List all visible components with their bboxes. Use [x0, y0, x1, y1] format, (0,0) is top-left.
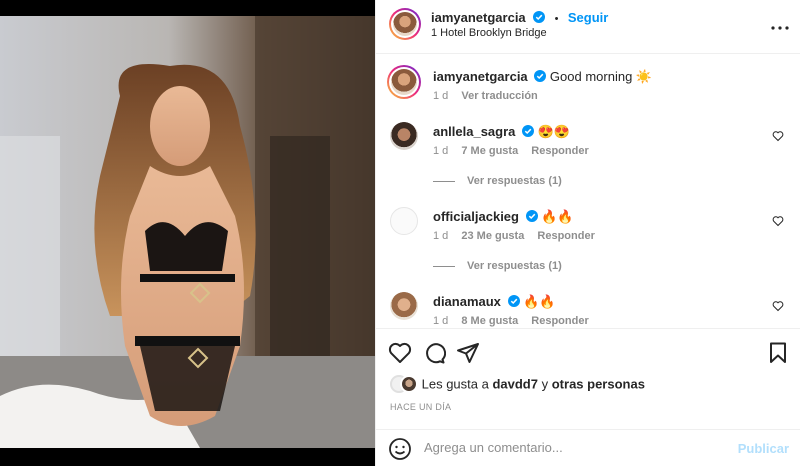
- author-username[interactable]: iamyanetgarcia: [431, 10, 526, 25]
- more-horizontal-icon[interactable]: [768, 16, 792, 40]
- comment-likes[interactable]: 7 Me gusta: [461, 145, 518, 157]
- comment-text: 😍😍: [537, 124, 571, 139]
- post-media[interactable]: [0, 0, 375, 466]
- comment-username[interactable]: anllela_sagra: [433, 124, 515, 139]
- likes-others[interactable]: otras personas: [552, 377, 645, 392]
- comment-username[interactable]: officialjackieg: [433, 209, 519, 224]
- caption-time[interactable]: 1 d: [433, 90, 448, 102]
- heart-icon[interactable]: [772, 300, 784, 312]
- reply-button[interactable]: Responder: [531, 315, 588, 327]
- like-heart-icon[interactable]: [388, 341, 412, 365]
- likes-connector: y: [541, 376, 549, 392]
- post-panel: iamyanetgarcia • Seguir 1 Hotel Brooklyn…: [375, 0, 800, 466]
- comment-item: officialjackieg 🔥🔥 1 d 23 Me gusta Respo…: [390, 207, 790, 277]
- likes-prefix: Les gusta a: [421, 376, 489, 392]
- comment-avatar[interactable]: [390, 122, 418, 150]
- publish-button[interactable]: Publicar: [738, 441, 789, 456]
- follow-button[interactable]: Seguir: [568, 10, 608, 25]
- comment-likes[interactable]: 23 Me gusta: [461, 230, 524, 242]
- view-replies-button[interactable]: Ver respuestas (1): [433, 260, 562, 272]
- view-replies-label: Ver respuestas (1): [467, 175, 562, 187]
- bookmark-icon[interactable]: [766, 341, 790, 365]
- reply-button[interactable]: Responder: [537, 230, 594, 242]
- verified-badge-icon: [534, 70, 547, 82]
- comment-bubble-icon[interactable]: [422, 341, 446, 365]
- view-replies-label: Ver respuestas (1): [467, 260, 562, 272]
- share-send-icon[interactable]: [456, 341, 480, 365]
- comment-time[interactable]: 1 d: [433, 230, 448, 242]
- verified-badge-icon: [507, 295, 520, 307]
- reply-button[interactable]: Responder: [531, 145, 588, 157]
- emoji-icon[interactable]: [388, 437, 412, 461]
- location-link[interactable]: 1 Hotel Brooklyn Bridge: [431, 27, 547, 39]
- author-avatar[interactable]: [389, 8, 421, 40]
- liker-avatar[interactable]: [400, 375, 418, 393]
- post-photo[interactable]: [0, 16, 375, 448]
- post-actions: Les gusta a davdd7 y otras personas HACE…: [376, 328, 800, 466]
- comment-item: anllela_sagra 😍😍 1 d 7 Me gusta Responde…: [390, 122, 790, 192]
- caption: iamyanetgarcia Good morning ☀️ 1 d Ver t…: [387, 65, 790, 115]
- heart-icon[interactable]: [772, 215, 784, 227]
- view-replies-button[interactable]: Ver respuestas (1): [433, 175, 562, 187]
- comment-text: 🔥🔥: [541, 209, 574, 224]
- translate-button[interactable]: Ver traducción: [461, 90, 537, 102]
- comment-avatar[interactable]: [390, 207, 418, 235]
- replies-line: [433, 180, 455, 182]
- comment-input[interactable]: [424, 440, 724, 455]
- caption-username[interactable]: iamyanetgarcia: [433, 69, 528, 84]
- post-timeago[interactable]: HACE UN DÍA: [390, 402, 451, 412]
- verified-badge-icon: [522, 125, 535, 137]
- instagram-post: iamyanetgarcia • Seguir 1 Hotel Brooklyn…: [0, 0, 800, 466]
- comment-username[interactable]: dianamaux: [433, 294, 501, 309]
- verified-badge-icon: [533, 11, 546, 23]
- likes-summary: Les gusta a davdd7 y otras personas: [390, 375, 645, 395]
- comment-avatar[interactable]: [390, 292, 418, 320]
- comment-text: 🔥🔥: [523, 294, 556, 309]
- comment-time[interactable]: 1 d: [433, 315, 448, 327]
- comment-likes[interactable]: 8 Me gusta: [461, 315, 518, 327]
- comment-item: dianamaux 🔥🔥 1 d 8 Me gusta Responder: [390, 292, 790, 328]
- replies-line: [433, 265, 455, 267]
- likes-user[interactable]: davdd7: [492, 377, 538, 392]
- comments-list[interactable]: iamyanetgarcia Good morning ☀️ 1 d Ver t…: [376, 55, 800, 328]
- heart-icon[interactable]: [772, 130, 784, 142]
- header-separator: •: [554, 13, 559, 25]
- caption-avatar[interactable]: [387, 65, 421, 99]
- post-header: iamyanetgarcia • Seguir 1 Hotel Brooklyn…: [376, 0, 800, 54]
- comment-time[interactable]: 1 d: [433, 145, 448, 157]
- verified-badge-icon: [525, 210, 538, 222]
- caption-text: Good morning ☀️: [549, 69, 653, 84]
- add-comment-bar: Publicar: [376, 429, 800, 466]
